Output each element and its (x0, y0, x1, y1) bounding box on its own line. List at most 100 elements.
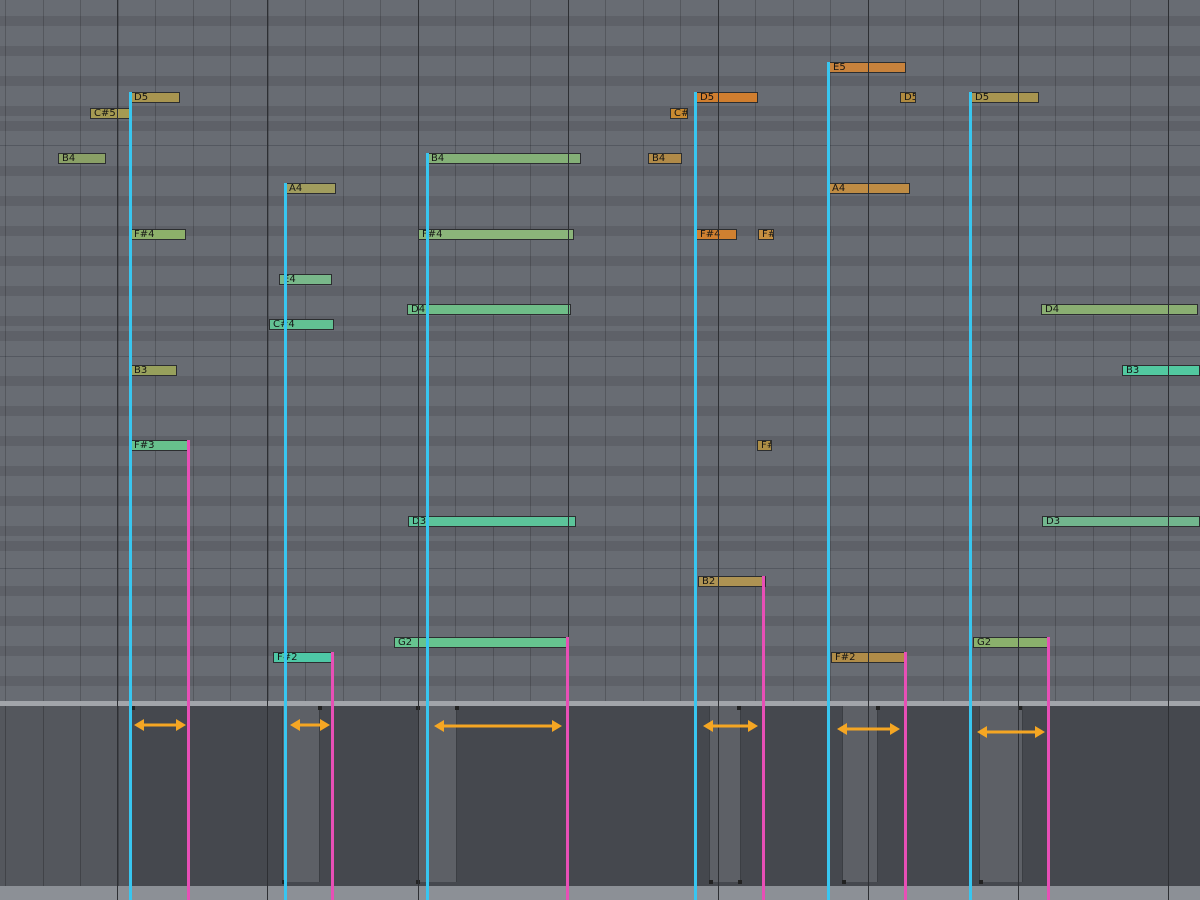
midi-note[interactable]: F#2 (273, 652, 333, 663)
beat-gridline (305, 0, 306, 701)
bar-line (267, 0, 268, 900)
velocity-gridline (5, 706, 6, 886)
note-start-marker (969, 92, 972, 900)
beat-gridline (1130, 0, 1131, 701)
beat-gridline (943, 0, 944, 701)
beat-gridline (343, 0, 344, 701)
velocity-handle[interactable] (318, 706, 322, 710)
beat-gridline (830, 0, 831, 701)
black-key-row (0, 541, 1200, 551)
midi-note[interactable]: G2 (973, 637, 1049, 648)
midi-note[interactable]: B4 (427, 153, 581, 164)
duration-arrow-icon (434, 720, 562, 732)
bar-line (718, 0, 719, 900)
beat-gridline (455, 0, 456, 701)
note-start-marker (129, 92, 132, 900)
bar-line (1018, 0, 1019, 900)
note-end-marker (331, 652, 334, 900)
black-key-row (0, 466, 1200, 476)
black-key-row (0, 616, 1200, 626)
beat-gridline (605, 0, 606, 701)
midi-note[interactable]: D3 (1042, 516, 1200, 527)
beat-gridline (43, 0, 44, 701)
midi-note[interactable]: B4 (648, 153, 682, 164)
velocity-handle[interactable] (876, 706, 880, 710)
beat-gridline (680, 0, 681, 701)
beat-gridline (193, 0, 194, 701)
piano-roll-grid[interactable]: E5D5D5D5D5C#5C#B4B4B4A4A4F#4F#4F#4F#E4D4… (0, 0, 1200, 701)
black-key-row (0, 406, 1200, 416)
midi-note[interactable]: D5 (900, 92, 916, 103)
beat-gridline (80, 0, 81, 701)
midi-note[interactable]: F#4 (130, 229, 186, 240)
beat-gridline (793, 0, 794, 701)
midi-note[interactable]: C#5 (90, 108, 130, 119)
velocity-handle[interactable] (842, 880, 846, 884)
beat-gridline (755, 0, 756, 701)
octave-line (0, 568, 1200, 569)
black-key-row (0, 676, 1200, 686)
beat-gridline (268, 0, 269, 701)
beat-gridline (643, 0, 644, 701)
note-start-marker (694, 92, 697, 900)
midi-note[interactable]: B4 (58, 153, 106, 164)
velocity-handle[interactable] (737, 706, 741, 710)
note-end-marker (566, 637, 569, 900)
black-key-row (0, 376, 1200, 386)
midi-note[interactable]: A4 (285, 183, 336, 194)
midi-note[interactable]: D4 (407, 304, 571, 315)
midi-note[interactable]: A4 (828, 183, 910, 194)
beat-gridline (980, 0, 981, 701)
midi-note[interactable]: C#4 (269, 319, 334, 330)
beat-gridline (5, 0, 6, 701)
midi-note[interactable]: B3 (130, 365, 177, 376)
midi-note[interactable]: F#3 (130, 440, 190, 451)
black-key-row (0, 586, 1200, 596)
black-key-row (0, 256, 1200, 266)
black-key-row (0, 121, 1200, 131)
midi-note[interactable]: D5 (971, 92, 1039, 103)
velocity-handle[interactable] (455, 706, 459, 710)
midi-note[interactable]: D4 (1041, 304, 1198, 315)
beat-gridline (380, 0, 381, 701)
horizontal-scrollbar[interactable] (0, 886, 1200, 900)
midi-note[interactable]: F#4 (696, 229, 737, 240)
velocity-handle[interactable] (979, 880, 983, 884)
black-key-row (0, 496, 1200, 506)
velocity-lane-region (0, 706, 131, 886)
note-start-marker (284, 183, 287, 900)
midi-note[interactable]: F# (757, 440, 772, 451)
midi-note[interactable]: B2 (698, 576, 766, 587)
midi-editor: E5D5D5D5D5C#5C#B4B4B4A4A4F#4F#4F#4F#E4D4… (0, 0, 1200, 900)
midi-note[interactable]: F#4 (418, 229, 574, 240)
note-end-marker (904, 652, 907, 900)
midi-note[interactable]: B3 (1122, 365, 1200, 376)
midi-note[interactable]: G2 (394, 637, 569, 648)
beat-gridline (1093, 0, 1094, 701)
midi-note[interactable]: F#2 (831, 652, 907, 663)
beat-gridline (905, 0, 906, 701)
velocity-handle[interactable] (709, 880, 713, 884)
black-key-row (0, 106, 1200, 116)
midi-note[interactable]: F# (758, 229, 774, 240)
midi-note[interactable]: D5 (130, 92, 180, 103)
velocity-handle[interactable] (738, 880, 742, 884)
velocity-gridline (43, 706, 44, 886)
midi-note[interactable]: D3 (408, 516, 576, 527)
beat-gridline (530, 0, 531, 701)
velocity-gridline (80, 706, 81, 886)
duration-arrow-icon (290, 719, 330, 731)
note-start-marker (827, 62, 830, 900)
midi-note[interactable]: C# (670, 108, 688, 119)
black-key-row (0, 196, 1200, 206)
midi-note[interactable]: D5 (696, 92, 758, 103)
bar-line (418, 0, 419, 900)
beat-gridline (230, 0, 231, 701)
note-end-marker (187, 440, 190, 900)
black-key-row (0, 166, 1200, 176)
octave-line (0, 145, 1200, 146)
beat-gridline (1055, 0, 1056, 701)
duration-arrow-icon (134, 719, 186, 731)
duration-arrow-icon (703, 720, 758, 732)
bar-line (117, 0, 118, 900)
